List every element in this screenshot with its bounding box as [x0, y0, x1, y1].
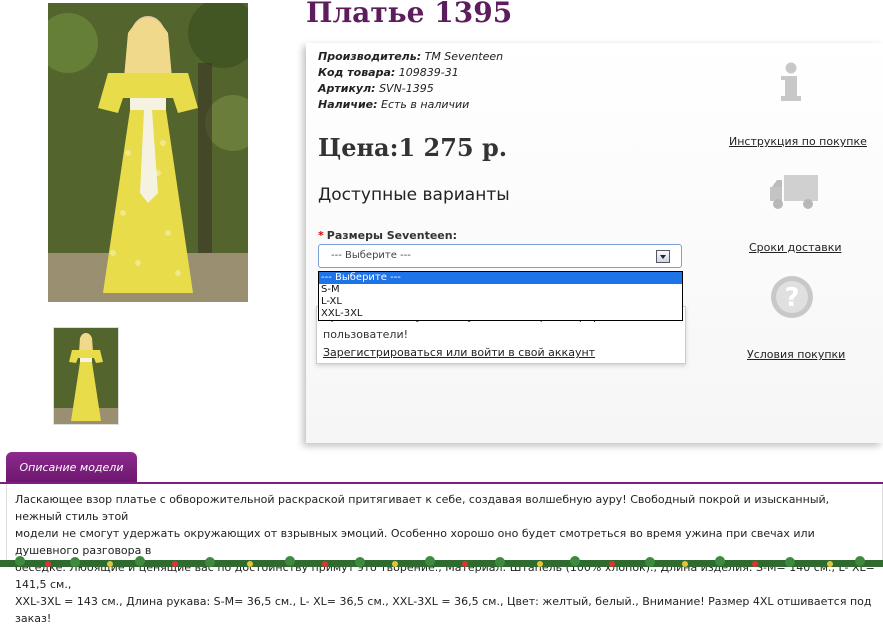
spec-code-value: 109839-31: [398, 66, 459, 79]
variants-heading: Доступные варианты: [318, 185, 510, 205]
thumbnail-illustration: [54, 328, 118, 424]
register-login-link[interactable]: Зарегистрироваться или войти в свой акка…: [323, 346, 595, 359]
spec-manufacturer-value: TM Seventeen: [424, 50, 504, 63]
product-specs: Производитель: TM Seventeen Код товара: …: [318, 49, 503, 113]
size-label: * Размеры Seventeen:: [318, 229, 457, 242]
size-label-text: Размеры Seventeen:: [326, 229, 457, 242]
info-icon: [781, 62, 801, 101]
spec-article: Артикул: SVN-1395: [318, 81, 503, 97]
spec-availability: Наличие: Есть в наличии: [318, 97, 503, 113]
spec-manufacturer: Производитель: TM Seventeen: [318, 49, 503, 65]
description-line: модели не смогут удержать окружающих от …: [15, 527, 815, 557]
product-price: Цена:1 275 р.: [318, 133, 508, 162]
required-star: *: [318, 229, 324, 242]
garland-decoration: [0, 556, 883, 567]
description-line: Ласкающее взор платье с обворожительной …: [15, 493, 830, 523]
description-line: XXL-3XL = 143 см., Длина рукава: S-M= 36…: [15, 595, 872, 625]
dress-photo-illustration: [48, 3, 248, 302]
spec-availability-label: Наличие:: [318, 98, 378, 111]
product-thumbnail[interactable]: [53, 327, 119, 425]
spec-article-label: Артикул:: [318, 82, 376, 95]
svg-text:?: ?: [784, 283, 799, 313]
chevron-down-icon[interactable]: [656, 250, 670, 263]
spec-code: Код товара: 109839-31: [318, 65, 503, 81]
purchase-instructions-link[interactable]: Инструкция по покупке: [729, 135, 867, 148]
size-select[interactable]: --- Выберите ---: [318, 244, 682, 268]
size-option[interactable]: --- Выберите ---: [319, 272, 682, 284]
notice-text-line2: пользователи!: [323, 328, 409, 341]
product-title: Платье 1395: [306, 0, 513, 29]
delivery-terms-link[interactable]: Сроки доставки: [749, 241, 842, 254]
purchase-conditions-link[interactable]: Условия покупки: [747, 348, 845, 361]
spec-availability-value: Есть в наличии: [381, 98, 470, 111]
spec-manufacturer-label: Производитель:: [318, 50, 422, 63]
truck-icon: [770, 175, 818, 209]
size-select-value: --- Выберите ---: [331, 250, 411, 261]
size-dropdown-list[interactable]: --- Выберите --- S-M L-XL XXL-3XL: [318, 271, 683, 321]
size-option[interactable]: XXL-3XL: [319, 308, 682, 320]
size-option[interactable]: L-XL: [319, 296, 682, 308]
size-option[interactable]: S-M: [319, 284, 682, 296]
product-main-photo[interactable]: [48, 3, 248, 302]
spec-code-label: Код товара:: [318, 66, 396, 79]
question-icon: ?: [771, 276, 813, 318]
tab-model-description[interactable]: Описание модели: [6, 452, 137, 483]
spec-article-value: SVN-1395: [379, 82, 434, 95]
